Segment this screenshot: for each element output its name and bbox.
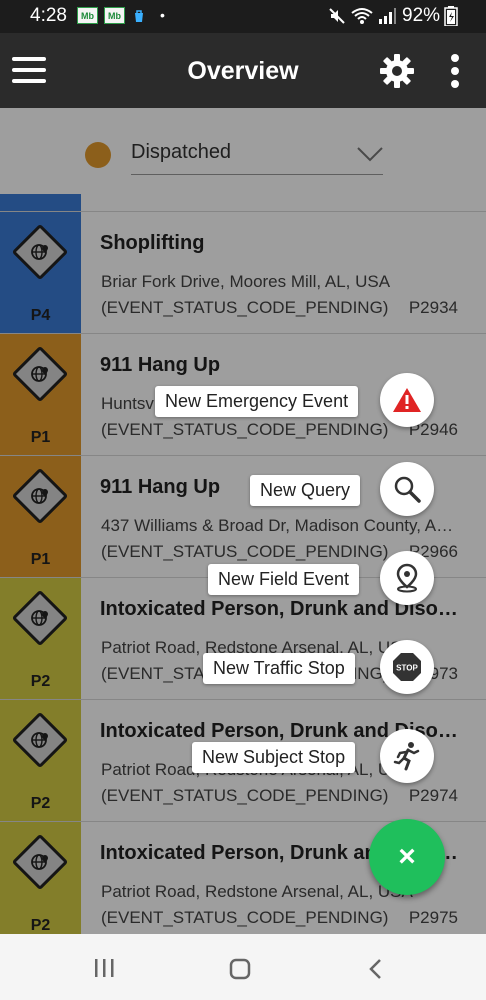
close-icon: × — [398, 840, 416, 873]
mb-notification-icon: Mb — [77, 7, 98, 24]
battery-icon — [444, 6, 458, 26]
recents-icon[interactable] — [93, 958, 115, 978]
stop-sign-icon: STOP — [393, 653, 421, 681]
back-icon[interactable] — [368, 958, 384, 980]
status-time: 4:28 — [30, 5, 67, 26]
location-pin-icon — [396, 563, 418, 593]
home-icon[interactable] — [229, 958, 251, 980]
new-emergency-event-label[interactable]: New Emergency Event — [155, 386, 359, 417]
app-bar: Overview — [0, 33, 486, 108]
new-query-button[interactable] — [380, 462, 434, 516]
notification-dot: • — [160, 7, 165, 23]
status-bar: 4:28 Mb Mb • 92% — [0, 0, 486, 33]
mute-icon — [329, 8, 345, 24]
stop-sign-text: STOP — [396, 664, 418, 673]
new-subject-stop-label[interactable]: New Subject Stop — [192, 742, 356, 773]
new-query-label[interactable]: New Query — [250, 475, 361, 506]
system-nav-bar — [0, 934, 486, 1000]
new-traffic-stop-label[interactable]: New Traffic Stop — [203, 653, 355, 684]
close-fab-button[interactable]: × — [369, 819, 445, 895]
running-person-icon — [393, 742, 420, 771]
fab-menu-scrim[interactable] — [0, 108, 486, 934]
gear-icon[interactable] — [379, 53, 415, 89]
warning-icon — [393, 388, 421, 412]
new-field-event-button[interactable] — [380, 551, 434, 605]
new-field-event-label[interactable]: New Field Event — [208, 564, 360, 595]
new-emergency-event-button[interactable] — [380, 373, 434, 427]
search-icon — [394, 476, 421, 503]
signal-icon — [379, 8, 396, 24]
more-vert-icon[interactable] — [448, 53, 462, 89]
shopping-bag-icon — [135, 10, 143, 22]
new-subject-stop-button[interactable] — [380, 729, 434, 783]
battery-percent: 92% — [402, 5, 441, 26]
new-traffic-stop-button[interactable]: STOP — [380, 640, 434, 694]
wifi-icon — [351, 8, 373, 24]
mb-notification-icon: Mb — [104, 7, 125, 24]
